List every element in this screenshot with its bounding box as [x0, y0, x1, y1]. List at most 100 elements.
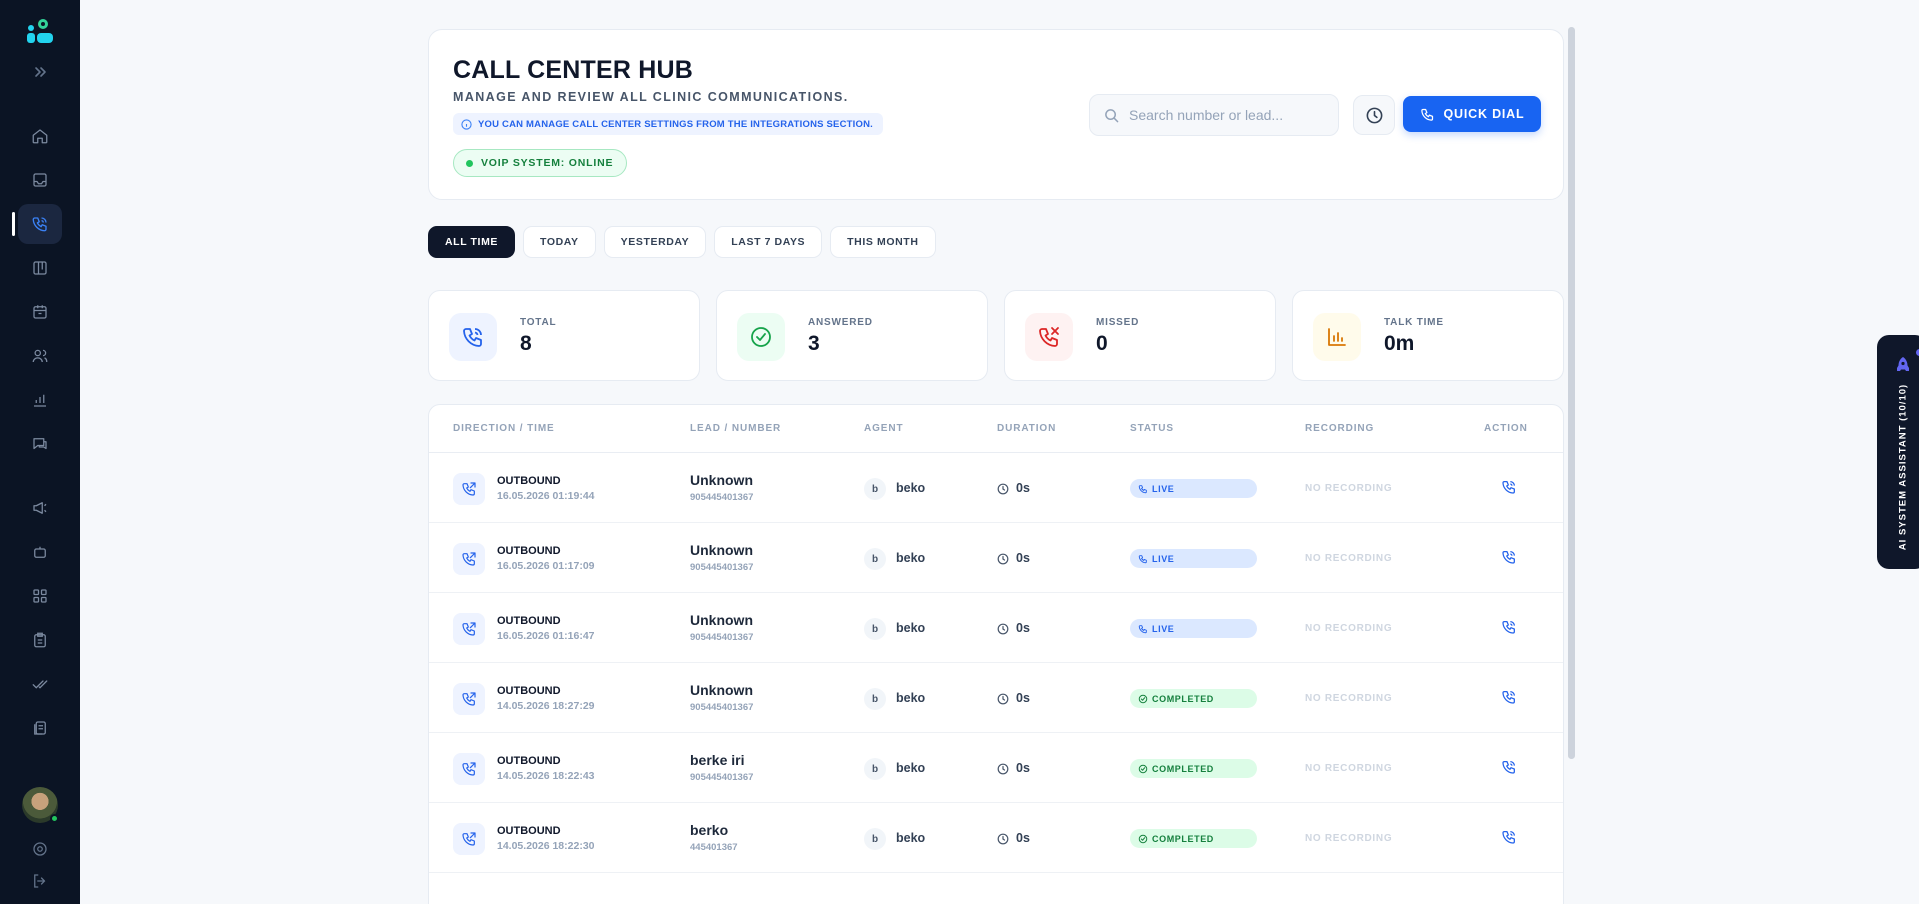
status-dot: [466, 159, 473, 167]
call-time: 16.05.2026 01:17:09: [497, 560, 595, 572]
quick-dial-button[interactable]: QUICK DIAL: [1403, 96, 1541, 132]
live-phone-icon: [1138, 624, 1147, 633]
logout-icon[interactable]: [31, 872, 49, 890]
rocket-icon: [1893, 355, 1913, 375]
apps-icon[interactable]: [18, 576, 62, 616]
clipboard-icon[interactable]: [18, 620, 62, 660]
stat-label: TALK TIME: [1384, 317, 1444, 328]
app-logo[interactable]: [26, 18, 54, 44]
lead-name[interactable]: berko: [690, 822, 728, 838]
status-badge: COMPLETED: [1130, 829, 1257, 848]
outbound-call-icon: [453, 613, 485, 645]
call-direction: OUTBOUND: [497, 475, 561, 487]
check-circle-icon: [1138, 764, 1148, 773]
expand-sidebar-icon[interactable]: [31, 64, 49, 80]
column-header-lead[interactable]: LEAD / NUMBER: [690, 423, 781, 434]
lead-number: 445401367: [690, 842, 738, 853]
clock-icon: [997, 483, 1009, 495]
scrollbar-thumb[interactable]: [1568, 27, 1575, 759]
chat-icon[interactable]: [18, 424, 62, 464]
ai-assistant-tab[interactable]: AI SYSTEM ASSISTANT (10/10): [1877, 335, 1919, 569]
tab-this-month[interactable]: THIS MONTH: [830, 226, 936, 258]
tab-yesterday[interactable]: YESTERDAY: [603, 226, 707, 258]
call-back-button[interactable]: [1499, 547, 1519, 567]
status-badge: LIVE: [1130, 619, 1257, 638]
search-input[interactable]: [1129, 107, 1309, 123]
call-back-button[interactable]: [1499, 757, 1519, 777]
avatar[interactable]: [22, 787, 59, 823]
documents-icon[interactable]: [18, 708, 62, 748]
table-row[interactable]: OUTBOUND 16.05.2026 01:19:44 Unknown 905445…: [429, 453, 1563, 523]
history-button[interactable]: [1353, 95, 1395, 135]
status-badge: COMPLETED: [1130, 759, 1257, 778]
call-back-button[interactable]: [1499, 687, 1519, 707]
voip-status-badge: VOIP SYSTEM: ONLINE: [453, 149, 628, 177]
clock-icon: [997, 553, 1009, 565]
lead-number: 905445401367: [690, 702, 754, 713]
stat-card-total: TOTAL 8: [428, 290, 700, 381]
column-header-recording[interactable]: RECORDING: [1305, 423, 1374, 434]
table-row[interactable]: OUTBOUND 14.05.2026 18:22:43 berke iri 9054…: [429, 733, 1563, 803]
call-back-button[interactable]: [1499, 477, 1519, 497]
recording-status: NO RECORDING: [1305, 483, 1393, 494]
check-double-icon[interactable]: [18, 664, 62, 704]
outbound-call-icon: [453, 543, 485, 575]
users-icon[interactable]: [18, 336, 62, 376]
column-header-agent[interactable]: AGENT: [864, 423, 904, 434]
agent-avatar: b: [864, 618, 886, 640]
call-back-button[interactable]: [1499, 827, 1519, 847]
search-box: [1089, 94, 1339, 136]
lead-name[interactable]: Unknown: [690, 612, 753, 628]
lead-number: 905445401367: [690, 772, 754, 783]
agent-name: beko: [896, 691, 926, 705]
tab-all-time[interactable]: ALL TIME: [428, 226, 516, 258]
column-header-status[interactable]: STATUS: [1130, 423, 1174, 434]
phone-missed-icon: [1025, 313, 1073, 361]
status-text: LIVE: [1152, 553, 1175, 564]
lead-name[interactable]: Unknown: [690, 542, 753, 558]
phone-call-icon: [449, 313, 497, 361]
call-back-button[interactable]: [1499, 617, 1519, 637]
lead-number: 905445401367: [690, 562, 754, 573]
agent-avatar: b: [864, 758, 886, 780]
table-row[interactable]: OUTBOUND 16.05.2026 01:17:09 Unknown 905445…: [429, 523, 1563, 593]
phone-call-icon: [1502, 621, 1515, 634]
calendar-icon[interactable]: [18, 292, 62, 332]
table-row[interactable]: OUTBOUND 14.05.2026 18:22:30 berko 44540136…: [429, 803, 1563, 873]
call-direction: OUTBOUND: [497, 615, 561, 627]
tab-last-7-days[interactable]: LAST 7 DAYS: [714, 226, 823, 258]
call-time: 16.05.2026 01:16:47: [497, 630, 595, 642]
recording-status: NO RECORDING: [1305, 763, 1393, 774]
page-title: CALL CENTER HUB: [453, 56, 694, 84]
tab-today[interactable]: TODAY: [523, 226, 596, 258]
column-header-direction[interactable]: DIRECTION / TIME: [453, 423, 555, 434]
outbound-call-icon: [453, 473, 485, 505]
phone-icon[interactable]: [18, 204, 62, 244]
outbound-call-icon: [453, 753, 485, 785]
agent-name: beko: [896, 761, 926, 775]
lead-name[interactable]: berke iri: [690, 752, 744, 768]
bot-icon[interactable]: [18, 532, 62, 572]
table-row[interactable]: OUTBOUND 14.05.2026 18:27:29 Unknown 905445…: [429, 663, 1563, 733]
stat-label: ANSWERED: [808, 317, 873, 328]
call-time: 14.05.2026 18:22:43: [497, 770, 595, 782]
status-badge: COMPLETED: [1130, 689, 1257, 708]
table-row[interactable]: OUTBOUND 16.05.2026 01:16:47 Unknown 905445…: [429, 593, 1563, 663]
lead-name[interactable]: Unknown: [690, 472, 753, 488]
home-icon[interactable]: [18, 116, 62, 156]
analytics-icon[interactable]: [18, 380, 62, 420]
kanban-icon[interactable]: [18, 248, 62, 288]
column-header-action[interactable]: ACTION: [1484, 423, 1528, 434]
header-card: CALL CENTER HUB MANAGE AND REVIEW ALL CL…: [428, 29, 1564, 200]
call-time: 14.05.2026 18:27:29: [497, 700, 595, 712]
settings-icon[interactable]: [31, 840, 49, 858]
phone-call-icon: [1502, 831, 1515, 844]
status-text: COMPLETED: [1152, 693, 1214, 704]
phone-call-icon: [1502, 481, 1515, 494]
phone-call-icon: [1502, 691, 1515, 704]
megaphone-icon[interactable]: [18, 488, 62, 528]
lead-name[interactable]: Unknown: [690, 682, 753, 698]
column-header-duration[interactable]: DURATION: [997, 423, 1056, 434]
scrollbar[interactable]: [1568, 27, 1575, 759]
inbox-icon[interactable]: [18, 160, 62, 200]
